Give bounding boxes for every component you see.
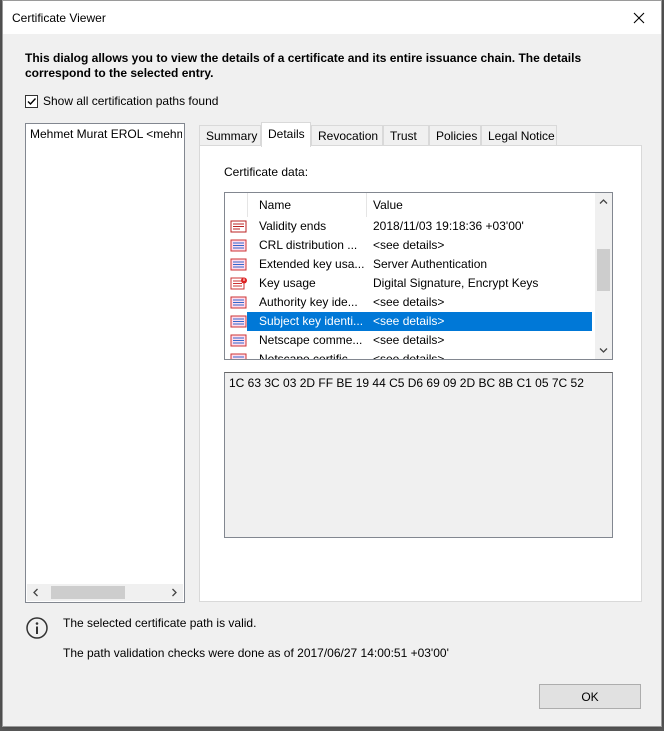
tab-legal-notice[interactable]: Legal Notice xyxy=(481,125,557,146)
field-name: Netscape comme... xyxy=(259,333,363,347)
validation-time-text: The path validation checks were done as … xyxy=(63,646,449,660)
field-value: Server Authentication xyxy=(373,257,488,271)
chevron-up-icon xyxy=(599,199,608,204)
certificate-viewer-dialog: Certificate Viewer This dialog allows yo… xyxy=(2,0,662,727)
tab-summary[interactable]: Summary xyxy=(199,125,261,146)
title-bar: Certificate Viewer xyxy=(3,1,661,34)
field-value: <see details> xyxy=(373,352,445,360)
checkbox-box[interactable] xyxy=(25,94,38,108)
scroll-thumb[interactable] xyxy=(597,249,610,291)
cert-field-icon xyxy=(230,220,247,233)
ok-button[interactable]: OK xyxy=(539,684,641,709)
field-name: Extended key usa... xyxy=(259,257,365,271)
cert-extension-icon xyxy=(230,239,247,252)
tab-revocation[interactable]: Revocation xyxy=(311,125,383,146)
table-row[interactable]: Subject key identi... <see details> xyxy=(225,312,595,331)
field-name: Authority key ide... xyxy=(259,295,358,309)
certificate-fields-grid[interactable]: Name Value Validity ends 2018/11/03 19:18… xyxy=(224,192,613,360)
header-separator xyxy=(366,193,367,217)
certificate-chain-list[interactable]: Mehmet Murat EROL <mehmet.erol xyxy=(25,123,185,603)
cert-extension-icon xyxy=(230,258,247,271)
tab-trust[interactable]: Trust xyxy=(383,125,429,146)
field-value: <see details> xyxy=(373,295,445,309)
details-panel: Certificate data: Name Value Validity en… xyxy=(199,145,642,602)
scroll-right-button[interactable] xyxy=(166,584,183,601)
cert-extension-icon xyxy=(230,315,247,328)
field-value: Digital Signature, Encrypt Keys xyxy=(373,276,539,290)
field-name: Validity ends xyxy=(259,219,327,233)
window-title: Certificate Viewer xyxy=(12,11,106,25)
field-value: 2018/11/03 19:18:36 +03'00' xyxy=(373,219,524,233)
certificate-data-label: Certificate data: xyxy=(224,165,309,179)
table-row[interactable]: Key usage Digital Signature, Encrypt Keys xyxy=(225,274,595,293)
show-all-paths-label: Show all certification paths found xyxy=(43,94,219,108)
info-icon xyxy=(26,617,48,639)
field-value: <see details> xyxy=(373,238,445,252)
scroll-left-button[interactable] xyxy=(27,584,44,601)
checkmark-icon xyxy=(27,97,37,105)
scroll-thumb[interactable] xyxy=(51,586,125,599)
table-row[interactable]: Validity ends 2018/11/03 19:18:36 +03'00' xyxy=(225,217,595,236)
close-button[interactable] xyxy=(617,1,661,34)
field-name: Subject key identi... xyxy=(259,314,364,328)
table-row[interactable]: CRL distribution ... <see details> xyxy=(225,236,595,255)
column-header-name[interactable]: Name xyxy=(259,198,291,212)
cert-extension-icon xyxy=(230,296,247,309)
vertical-scrollbar[interactable] xyxy=(595,193,612,359)
header-separator xyxy=(247,193,248,217)
cert-critical-extension-icon xyxy=(230,277,247,290)
show-all-paths-checkbox[interactable]: Show all certification paths found xyxy=(25,94,218,108)
column-header-value[interactable]: Value xyxy=(373,198,403,212)
chain-item[interactable]: Mehmet Murat EROL <mehmet.erol xyxy=(28,127,182,142)
chevron-down-icon xyxy=(599,348,608,353)
tab-policies[interactable]: Policies xyxy=(429,125,481,146)
chevron-left-icon xyxy=(33,588,38,597)
field-name: Key usage xyxy=(259,276,316,290)
tab-details[interactable]: Details xyxy=(261,122,311,147)
field-name: CRL distribution ... xyxy=(259,238,358,252)
scroll-up-button[interactable] xyxy=(595,193,612,210)
field-value: <see details> xyxy=(373,333,445,347)
path-valid-text: The selected certificate path is valid. xyxy=(63,616,257,630)
table-row[interactable]: Authority key ide... <see details> xyxy=(225,293,595,312)
cert-extension-icon xyxy=(230,353,247,359)
table-row[interactable]: Netscape certific... <see details> xyxy=(225,350,595,360)
horizontal-scrollbar[interactable] xyxy=(27,584,183,601)
intro-text: This dialog allows you to view the detai… xyxy=(25,51,582,80)
table-row[interactable]: Netscape comme... <see details> xyxy=(225,331,595,350)
field-value-textbox[interactable]: 1C 63 3C 03 2D FF BE 19 44 C5 D6 69 09 2… xyxy=(224,372,613,538)
chevron-right-icon xyxy=(172,588,177,597)
field-name: Netscape certific... xyxy=(259,352,358,360)
table-row[interactable]: Extended key usa... Server Authentication xyxy=(225,255,595,274)
cert-extension-icon xyxy=(230,334,247,347)
close-icon xyxy=(633,12,645,23)
field-value: <see details> xyxy=(373,314,445,328)
scroll-down-button[interactable] xyxy=(595,342,612,359)
grid-header: Name Value xyxy=(225,193,595,217)
